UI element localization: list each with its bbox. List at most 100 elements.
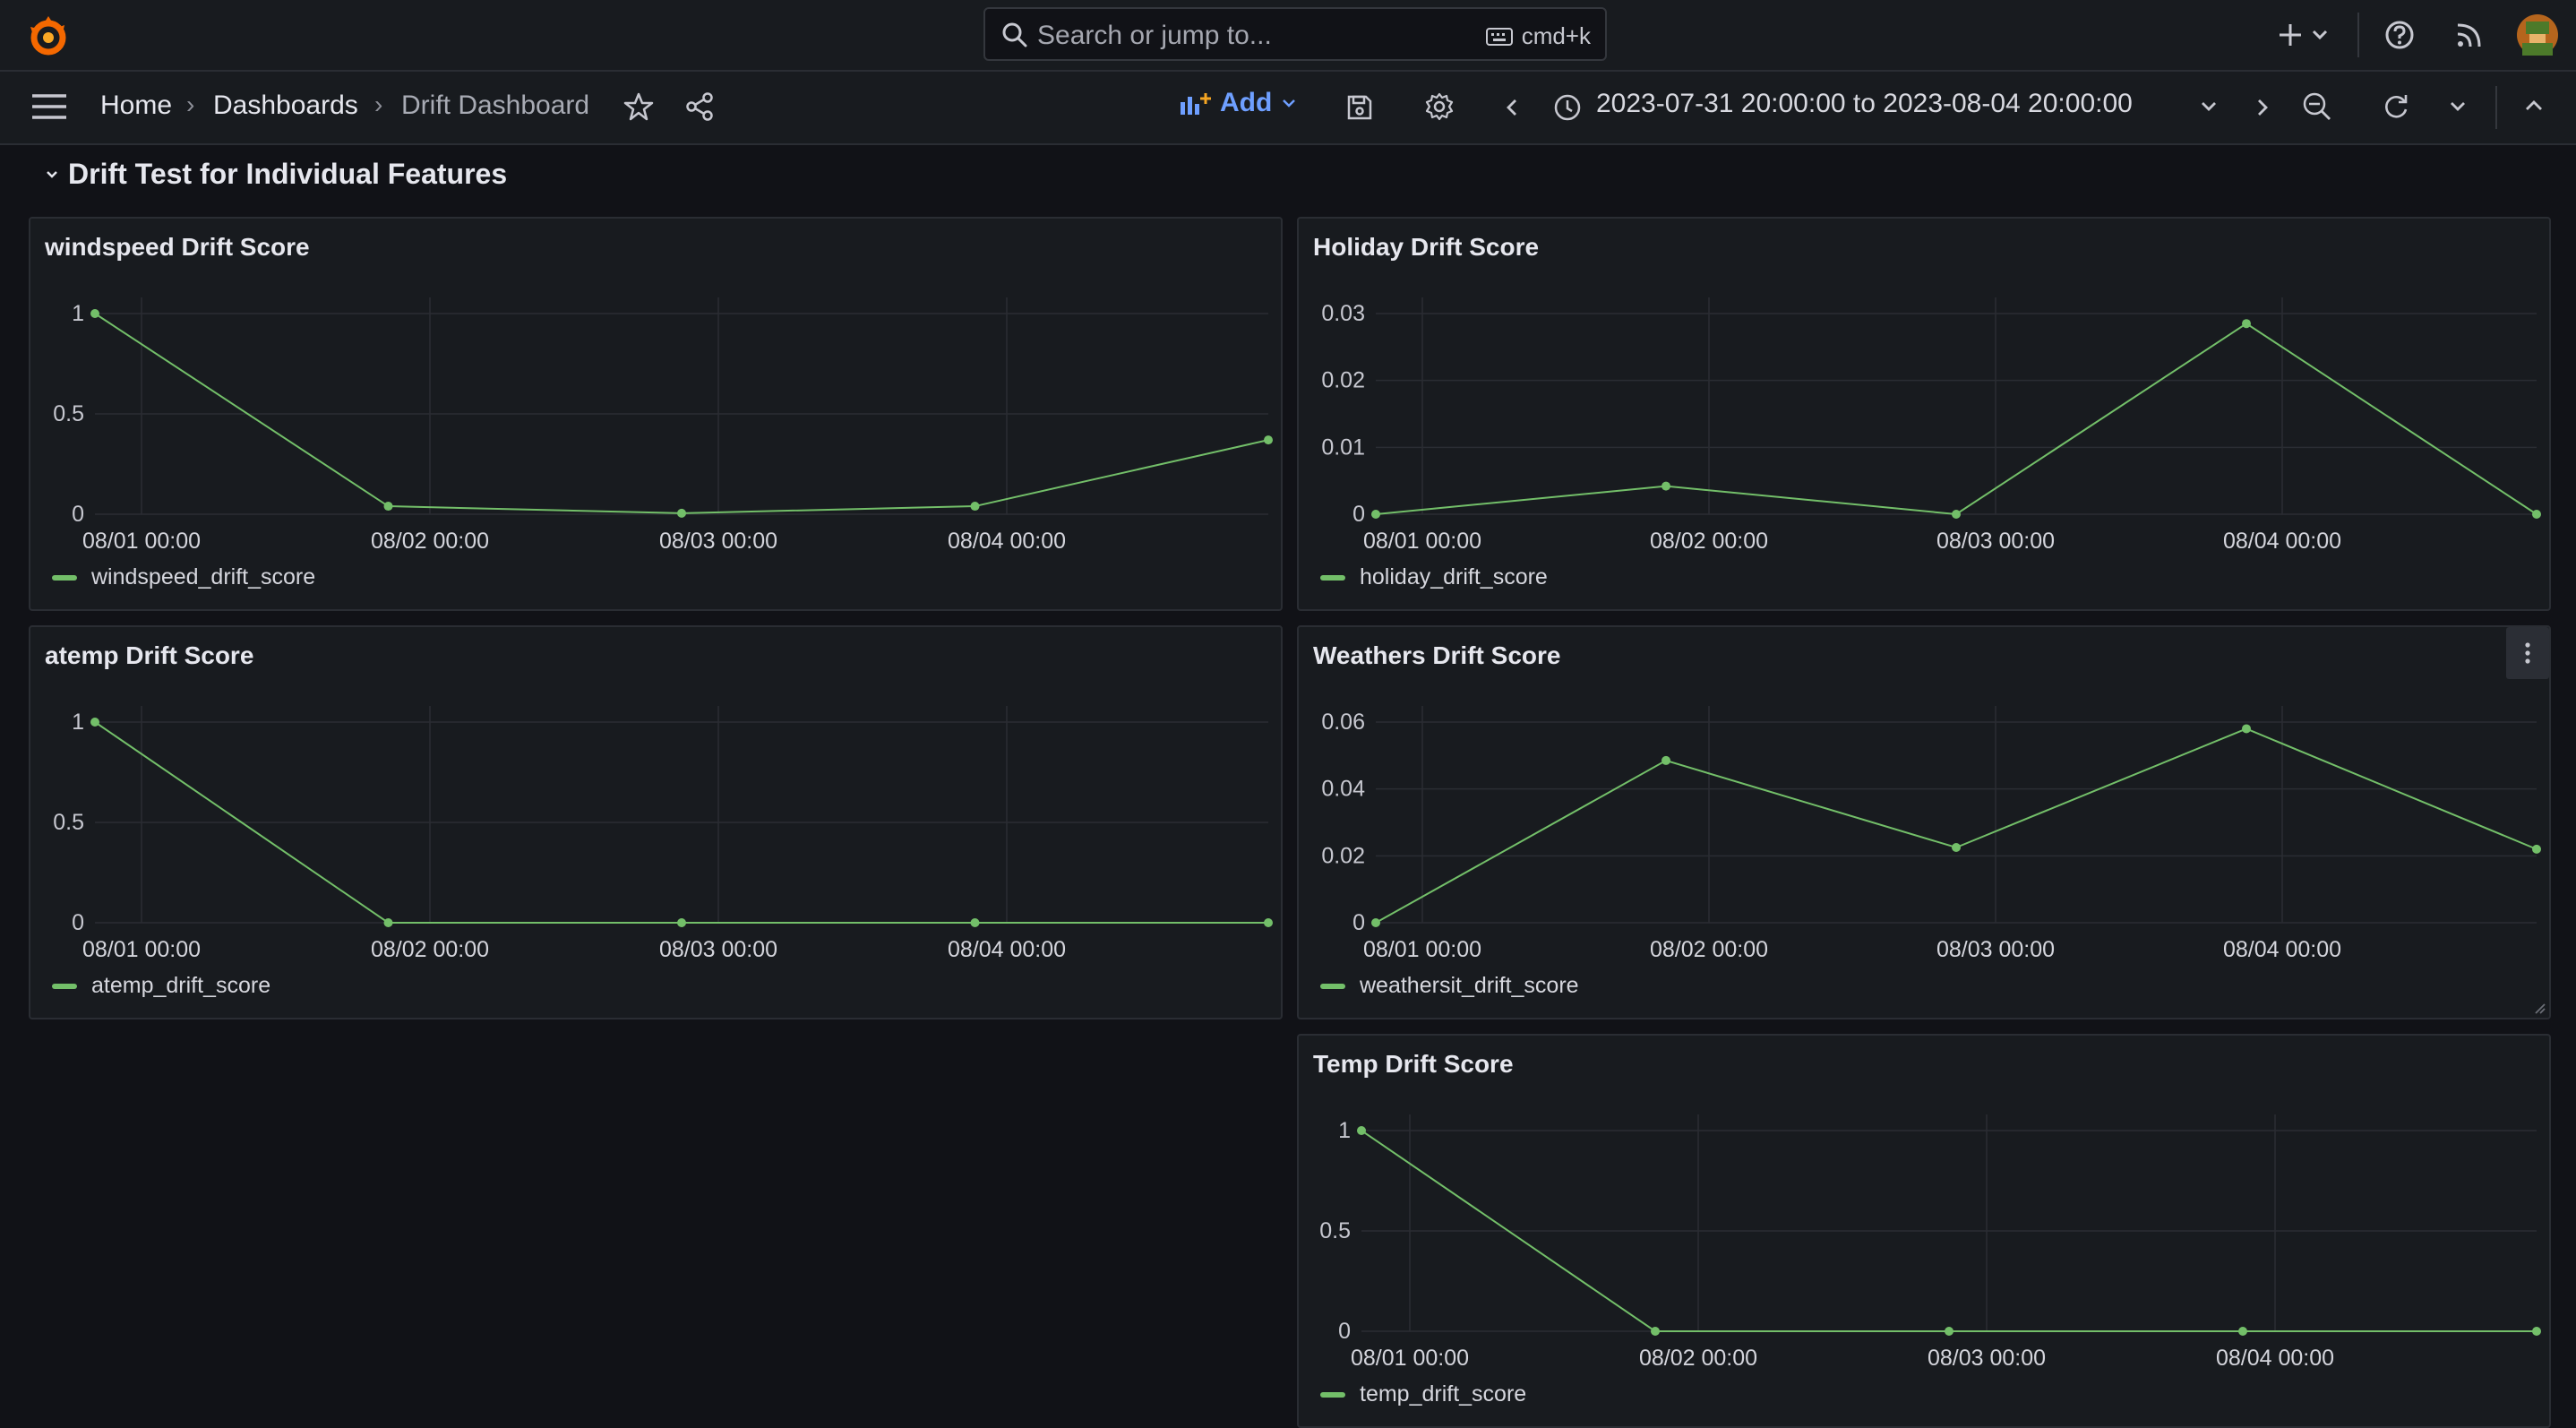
x-tick-label: 08/01 00:00 [1363, 937, 1481, 962]
x-tick-label: 08/04 00:00 [948, 937, 1066, 962]
row-title[interactable]: Drift Test for Individual Features [68, 158, 507, 191]
search-bar[interactable]: Search or jump to... cmd+k [983, 7, 1607, 61]
menu-icon[interactable] [30, 91, 68, 122]
add-panel-icon [1181, 93, 1211, 115]
time-forward-icon[interactable] [2254, 97, 2271, 118]
y-tick-label: 1 [72, 710, 84, 735]
data-point [1371, 510, 1380, 519]
user-avatar[interactable] [2517, 14, 2558, 56]
x-tick-label: 08/01 00:00 [82, 937, 201, 962]
y-tick-label: 0 [72, 502, 84, 527]
add-button-label: Add [1220, 88, 1273, 117]
breadcrumb-dashboards[interactable]: Dashboards [213, 90, 358, 121]
chevron-up-icon[interactable] [2524, 97, 2544, 115]
star-icon[interactable] [623, 91, 654, 122]
x-tick-label: 08/02 00:00 [371, 937, 489, 962]
y-tick-label: 0 [72, 910, 84, 935]
breadcrumb-current: Drift Dashboard [401, 90, 590, 120]
legend[interactable]: temp_drift_score [1320, 1381, 1526, 1407]
chevron-down-icon [1283, 99, 1296, 108]
legend-label: holiday_drift_score [1360, 564, 1548, 589]
y-tick-label: 0.5 [53, 401, 84, 426]
panel-holiday-drift-score[interactable]: Holiday Drift Score 0.03 0.02 0.01 0 08/01 0… [1297, 217, 2551, 611]
save-icon[interactable] [1345, 93, 1374, 122]
legend-label: weathersit_drift_score [1360, 973, 1579, 998]
legend-swatch [1320, 1391, 1345, 1398]
divider [2495, 86, 2497, 129]
x-tick-label: 08/03 00:00 [1936, 937, 2055, 962]
data-point [2242, 319, 2251, 329]
x-tick-label: 08/04 00:00 [2216, 1346, 2334, 1371]
search-icon [1002, 22, 1027, 47]
y-tick-label: 0.02 [1321, 843, 1365, 868]
add-button[interactable]: Add [1179, 88, 1297, 118]
x-tick-label: 08/04 00:00 [2223, 937, 2341, 962]
legend-swatch [1320, 574, 1345, 581]
news-feed-icon[interactable] [2454, 20, 2485, 50]
line-chart: 1 0.5 008/01 00:00 08/02 00:00 08/03 00:00 08… [53, 706, 1273, 962]
x-tick-label: 08/01 00:00 [82, 529, 201, 554]
data-point [383, 502, 393, 512]
x-tick-label: 08/02 00:00 [1639, 1346, 1757, 1371]
x-tick-label: 08/03 00:00 [1936, 529, 2055, 554]
y-tick-label: 0.02 [1321, 368, 1365, 393]
chevron-down-icon[interactable] [2311, 27, 2329, 43]
data-point [1952, 843, 1961, 852]
data-point [1264, 435, 1273, 445]
data-point [383, 918, 393, 927]
panel-windspeed-drift-score[interactable]: windspeed Drift Score 1 0.5 0 08/01 00:00 08… [29, 217, 1283, 611]
x-tick-label: 08/03 00:00 [659, 529, 777, 554]
plus-icon[interactable] [2275, 20, 2306, 50]
y-tick-label: 0.01 [1321, 434, 1365, 460]
top-nav-bar: Search or jump to... cmd+k [0, 0, 2576, 72]
help-icon[interactable] [2384, 20, 2415, 50]
data-point [970, 502, 980, 512]
shortcut-label: cmd+k [1521, 22, 1591, 49]
keyboard-icon [1485, 27, 1513, 46]
divider [2357, 13, 2359, 57]
line-chart: 1 0.5 008/01 00:00 08/02 00:00 08/03 00:00 08… [1319, 1114, 2541, 1371]
panel-atemp-drift-score[interactable]: atemp Drift Score 1 0.5 0 08/01 00:00 08/02 … [29, 625, 1283, 1019]
zoom-out-icon[interactable] [2302, 91, 2332, 122]
legend-label: windspeed_drift_score [91, 564, 316, 589]
line-chart: 0.03 0.02 0.01 008/01 00:00 08/02 00:00 08/03… [1321, 297, 2541, 554]
grafana-logo-icon[interactable] [23, 11, 73, 61]
series-line [1375, 323, 2537, 516]
data-point [2532, 510, 2541, 519]
legend[interactable]: weathersit_drift_score [1320, 973, 1579, 999]
panel-weathers-drift-score[interactable]: Weathers Drift Score 0.06 0.04 0.02 0 08/01 … [1297, 625, 2551, 1019]
legend[interactable]: windspeed_drift_score [52, 564, 315, 590]
line-chart: 1 0.5 008/01 00:00 08/02 00:00 08/03 00:00 08… [53, 297, 1273, 554]
time-back-icon[interactable] [1503, 97, 1521, 118]
x-tick-label: 08/01 00:00 [1363, 529, 1481, 554]
data-point [2532, 1327, 2541, 1336]
data-point [1651, 1327, 1660, 1336]
chevron-down-icon[interactable] [2449, 99, 2467, 115]
keyboard-shortcut: cmd+k [1485, 22, 1591, 50]
refresh-icon[interactable] [2381, 91, 2411, 122]
x-tick-label: 08/04 00:00 [2223, 529, 2341, 554]
y-tick-label: 0 [1338, 1319, 1351, 1344]
chevron-down-icon[interactable] [2200, 99, 2218, 115]
breadcrumb-home[interactable]: Home [100, 90, 172, 121]
data-point [970, 918, 980, 927]
data-point [1371, 918, 1380, 927]
x-tick-label: 08/01 00:00 [1351, 1346, 1469, 1371]
panel-temp-drift-score[interactable]: Temp Drift Score 1 0.5 0 08/01 00:00 08/02 0… [1297, 1034, 2551, 1428]
data-point [1662, 755, 1670, 765]
resize-handle-icon[interactable] [2533, 1002, 2546, 1014]
legend[interactable]: atemp_drift_score [52, 973, 270, 999]
y-tick-label: 0 [1352, 910, 1365, 935]
breadcrumb-separator: › [374, 90, 383, 118]
data-point [1357, 1126, 1366, 1135]
time-range-picker[interactable]: 2023-07-31 20:00:00 to 2023-08-04 20:00:… [1596, 89, 2133, 119]
y-tick-label: 1 [72, 301, 84, 326]
line-chart: 0.06 0.04 0.02 008/01 00:00 08/02 00:00 08/03… [1321, 706, 2541, 962]
y-tick-label: 0.04 [1321, 777, 1365, 802]
chevron-down-icon[interactable] [45, 168, 59, 181]
settings-gear-icon[interactable] [1424, 91, 1455, 122]
data-point [2238, 1327, 2247, 1336]
share-icon[interactable] [684, 91, 715, 122]
y-tick-label: 0.5 [53, 810, 84, 835]
legend[interactable]: holiday_drift_score [1320, 564, 1548, 590]
